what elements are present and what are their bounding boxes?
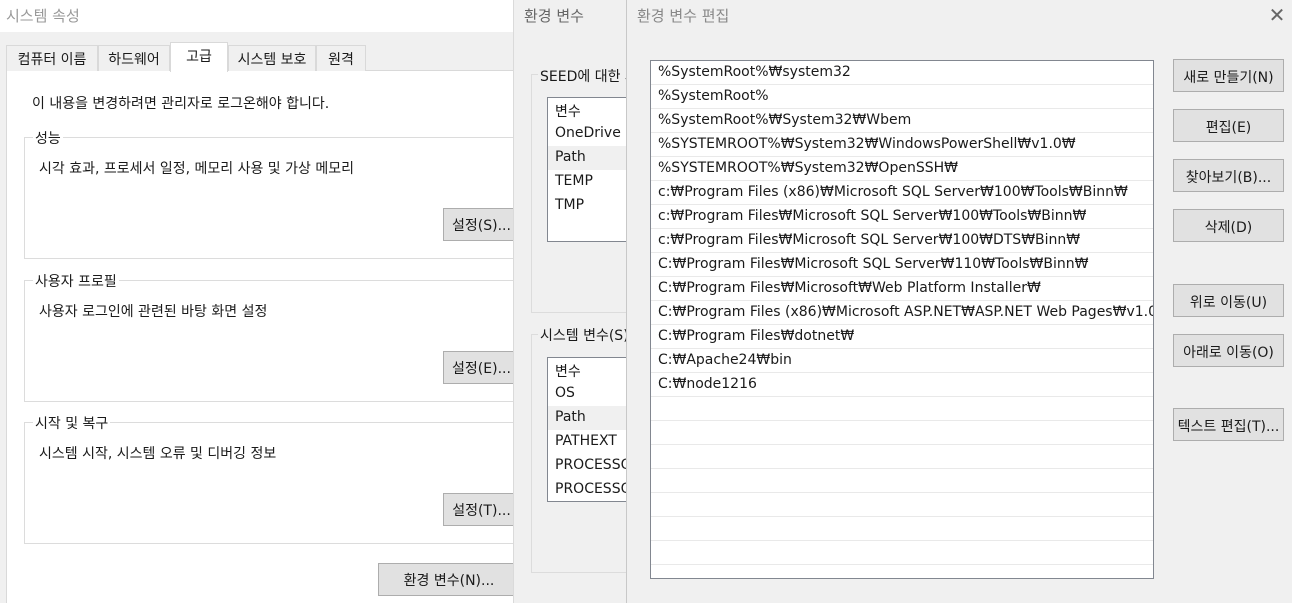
performance-settings-button[interactable]: 설정(S)... — [443, 208, 520, 241]
list-item[interactable]: c:₩Program Files₩Microsoft SQL Server₩10… — [651, 229, 1153, 253]
performance-title: 성능 — [33, 128, 63, 148]
list-item[interactable]: C:₩node1216 — [651, 373, 1153, 397]
list-item[interactable]: %SystemRoot%₩System32₩Wbem — [651, 109, 1153, 133]
list-item[interactable]: Path — [548, 146, 629, 170]
window-title: 환경 변수 편집 — [627, 0, 1292, 32]
startup-recovery-desc: 시스템 시작, 시스템 오류 및 디버깅 정보 — [39, 446, 277, 462]
list-item[interactable]: PROCESSOR_ARCHITECTURE — [548, 454, 629, 478]
user-profiles-title: 사용자 프로필 — [33, 271, 119, 291]
startup-recovery-settings-button[interactable]: 설정(T)... — [443, 493, 520, 526]
system-properties-window: 시스템 속성 컴퓨터 이름 하드웨어 고급 시스템 보호 원격 이 내용을 변경… — [0, 0, 520, 603]
edit-button[interactable]: 편집(E) — [1173, 109, 1284, 142]
list-item[interactable]: C:₩Program Files₩dotnet₩ — [651, 325, 1153, 349]
user-variables-list[interactable]: 변수 OneDrive Path TEMP TMP — [547, 97, 629, 242]
user-profiles-desc: 사용자 로그인에 관련된 바탕 화면 설정 — [39, 304, 268, 320]
environment-variables-button[interactable]: 환경 변수(N)... — [378, 563, 520, 596]
empty-row — [651, 445, 1153, 469]
system-variables-list[interactable]: 변수 OS Path PATHEXT PROCESSOR_ARCHITECTUR… — [547, 357, 629, 502]
startup-recovery-title: 시작 및 복구 — [33, 413, 111, 433]
window-title: 환경 변수 — [514, 0, 628, 32]
list-item[interactable]: C:₩Program Files₩Microsoft₩Web Platform … — [651, 277, 1153, 301]
list-item[interactable]: PATHEXT — [548, 430, 629, 454]
empty-row — [651, 493, 1153, 517]
list-item[interactable]: OS — [548, 382, 629, 406]
list-item[interactable]: PROCESSOR_IDENTIFIER — [548, 478, 629, 501]
list-item[interactable]: OneDrive — [548, 122, 629, 146]
admin-note: 이 내용을 변경하려면 관리자로 로그온해야 합니다. — [32, 96, 330, 112]
column-header[interactable]: 변수 — [548, 358, 629, 382]
empty-row — [651, 469, 1153, 493]
move-down-button[interactable]: 아래로 이동(O) — [1173, 334, 1284, 367]
list-item[interactable]: c:₩Program Files₩Microsoft SQL Server₩10… — [651, 205, 1153, 229]
delete-button[interactable]: 삭제(D) — [1173, 209, 1284, 242]
list-item[interactable]: TEMP — [548, 170, 629, 194]
list-item[interactable]: TMP — [548, 194, 629, 218]
window-title: 시스템 속성 — [0, 0, 520, 32]
list-item[interactable]: C:₩Program Files (x86)₩Microsoft ASP.NET… — [651, 301, 1153, 325]
list-item[interactable]: %SYSTEMROOT%₩System32₩WindowsPowerShell₩… — [651, 133, 1153, 157]
list-item[interactable]: %SystemRoot%₩system32 — [651, 61, 1153, 85]
empty-row — [651, 541, 1153, 565]
tab-system-protection[interactable]: 시스템 보호 — [228, 45, 316, 71]
tab-computer-name[interactable]: 컴퓨터 이름 — [6, 45, 98, 71]
list-item[interactable]: c:₩Program Files (x86)₩Microsoft SQL Ser… — [651, 181, 1153, 205]
system-variables-label: 시스템 변수(S) — [538, 325, 631, 345]
list-item[interactable]: C:₩Apache24₩bin — [651, 349, 1153, 373]
list-item[interactable]: C:₩Program Files₩Microsoft SQL Server₩11… — [651, 253, 1153, 277]
tab-remote[interactable]: 원격 — [316, 45, 366, 71]
list-item[interactable]: Path — [548, 406, 629, 430]
close-icon[interactable]: ✕ — [1264, 2, 1290, 28]
performance-desc: 시각 효과, 프로세서 일정, 메모리 사용 및 가상 메모리 — [39, 161, 354, 177]
edit-environment-variable-window: 환경 변수 편집 ✕ %SystemRoot%₩system32 %System… — [626, 0, 1292, 603]
environment-variables-window: 환경 변수 SEED에 대한 사용자 변수(U) 변수 OneDrive Pat… — [513, 0, 717, 603]
empty-row — [651, 397, 1153, 421]
list-item[interactable]: %SYSTEMROOT%₩System32₩OpenSSH₩ — [651, 157, 1153, 181]
path-entries-list[interactable]: %SystemRoot%₩system32 %SystemRoot% %Syst… — [650, 60, 1154, 579]
tab-advanced[interactable]: 고급 — [170, 42, 228, 72]
column-header[interactable]: 변수 — [548, 98, 629, 122]
new-button[interactable]: 새로 만들기(N) — [1173, 59, 1284, 92]
user-profiles-settings-button[interactable]: 설정(E)... — [443, 351, 520, 384]
empty-row — [651, 517, 1153, 541]
empty-row — [651, 421, 1153, 445]
move-up-button[interactable]: 위로 이동(U) — [1173, 284, 1284, 317]
edit-text-button[interactable]: 텍스트 편집(T)... — [1173, 408, 1284, 441]
tab-hardware[interactable]: 하드웨어 — [98, 45, 170, 71]
browse-button[interactable]: 찾아보기(B)... — [1173, 159, 1284, 192]
list-item[interactable]: %SystemRoot% — [651, 85, 1153, 109]
